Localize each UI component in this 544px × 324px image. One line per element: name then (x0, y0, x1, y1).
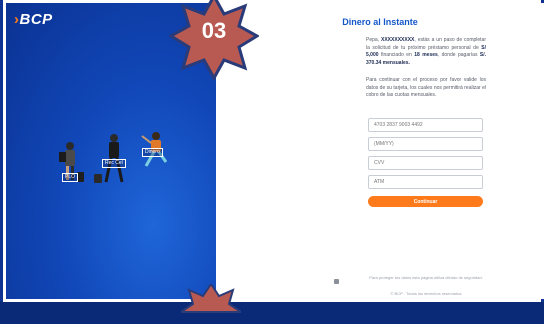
step-badge-partial (181, 284, 241, 313)
figure-label: Dinero (142, 148, 163, 157)
copyright: © BCP - Todos los derechos reservados (390, 291, 462, 296)
card-number-field[interactable] (368, 118, 483, 132)
continue-button[interactable]: Continuar (368, 196, 483, 207)
security-note: Para proteger tus datos esta pagina util… (369, 275, 483, 280)
step-number: 03 (201, 18, 227, 43)
page-frame: ›BCP PLO Rec Cel Dinero Dinero al Instan… (0, 0, 544, 313)
lock-icon (334, 279, 339, 284)
cvv-field[interactable] (368, 156, 483, 170)
loan-term: 18 meses (414, 52, 438, 58)
atm-pin-field[interactable] (368, 175, 483, 189)
customer-name: XXXXXXXXXX (381, 37, 415, 43)
figure-label: PLO (62, 173, 79, 182)
logo-text: BCP (19, 11, 53, 28)
intro-paragraph: Pepa, XXXXXXXXXX, estás a un paso de com… (366, 37, 487, 66)
page-title: Dinero al Instante (342, 17, 418, 27)
bcp-logo[interactable]: ›BCP (14, 11, 53, 28)
instructions-paragraph: Para continuar con el proceso por favor … (366, 77, 486, 98)
expiry-field[interactable] (368, 137, 483, 151)
figure-label: Rec Cel (102, 159, 126, 168)
form-panel: Dinero al Instante Pepa, XXXXXXXXXX, est… (216, 3, 544, 299)
